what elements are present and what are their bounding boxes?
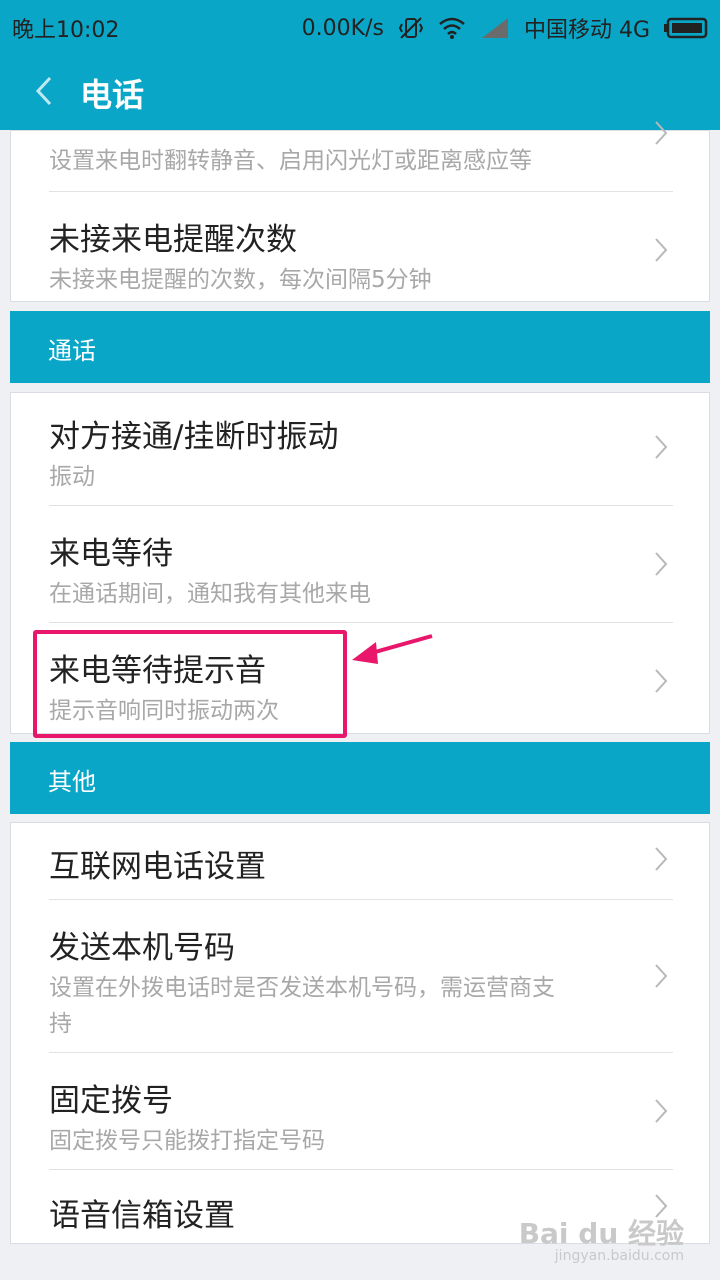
chevron-right-icon [655, 847, 668, 871]
item-subtitle: 振动 [49, 464, 95, 490]
item-subtitle: 固定拨号只能拨打指定号码 [49, 1128, 325, 1154]
item-title: 来电等待 [49, 536, 173, 572]
battery-icon [664, 17, 708, 39]
item-title: 互联网电话设置 [49, 849, 266, 885]
list-item-missed-call-reminder[interactable]: 未接来电提醒次数 未接来电提醒的次数，每次间隔5分钟 [11, 192, 709, 302]
item-title: 固定拨号 [49, 1083, 173, 1119]
item-subtitle: 在通话期间，通知我有其他来电 [49, 581, 371, 607]
list-item-internet-call[interactable]: 互联网电话设置 [11, 823, 709, 899]
section-header-label: 通话 [48, 337, 96, 365]
item-title: 语音信箱设置 [49, 1198, 235, 1234]
chevron-right-icon [655, 435, 668, 459]
item-subtitle: 设置在外拨电话时是否发送本机号码，需运营商支 [49, 975, 555, 1001]
section-header-call: 通话 [10, 311, 710, 383]
watermark-brand: Bai du 经验 [518, 1217, 684, 1250]
list-item-partial[interactable]: 设置来电时翻转静音、启用闪光灯或距离感应等 [11, 121, 709, 191]
wifi-icon [439, 17, 465, 39]
list-item-call-waiting[interactable]: 来电等待 在通话期间，通知我有其他来电 [11, 506, 709, 622]
vibrate-off-icon [398, 17, 424, 39]
watermark: Bai du 经验 jingyan.baidu.com [518, 1212, 684, 1264]
card-other: 互联网电话设置 发送本机号码 设置在外拨电话时是否发送本机号码，需运营商支 持 … [10, 822, 710, 1244]
list-item-send-caller-id[interactable]: 发送本机号码 设置在外拨电话时是否发送本机号码，需运营商支 持 [11, 900, 709, 1052]
app-bar: 电话 [0, 52, 720, 130]
section-header-label: 其他 [48, 768, 96, 796]
back-arrow-icon[interactable] [30, 74, 58, 108]
highlight-box [33, 630, 347, 738]
list-item-fixed-dialing[interactable]: 固定拨号 固定拨号只能拨打指定号码 [11, 1053, 709, 1169]
list-item-connect-vibrate[interactable]: 对方接通/挂断时振动 振动 [11, 393, 709, 505]
chevron-right-icon [655, 1099, 668, 1123]
pointer-arrow-icon [352, 634, 433, 664]
item-subtitle: 设置来电时翻转静音、启用闪光灯或距离感应等 [49, 148, 532, 174]
chevron-right-icon [655, 238, 668, 262]
card-general: 设置来电时翻转静音、启用闪光灯或距离感应等 未接来电提醒次数 未接来电提醒的次数… [10, 121, 710, 302]
status-time: 晚上10:02 [12, 18, 120, 43]
item-subtitle: 未接来电提醒的次数，每次间隔5分钟 [49, 267, 432, 293]
page-title: 电话 [80, 76, 145, 114]
carrier-label: 中国移动 4G [523, 18, 650, 43]
chevron-right-icon [655, 964, 668, 988]
watermark-url: jingyan.baidu.com [554, 1248, 684, 1264]
section-header-other: 其他 [10, 742, 710, 814]
signal-icon [481, 18, 508, 38]
item-subtitle-continued: 持 [49, 1011, 72, 1037]
chevron-right-icon [655, 552, 668, 576]
item-title: 未接来电提醒次数 [49, 222, 297, 258]
network-speed: 0.00K/s [301, 15, 384, 41]
chevron-right-icon [655, 669, 668, 693]
item-title: 发送本机号码 [49, 930, 235, 966]
chevron-right-icon [655, 121, 668, 145]
status-icons: 0.00K/s 中国移动 4G [302, 12, 708, 44]
status-bar: 晚上10:02 0.00K/s 中国移动 4G [0, 0, 720, 52]
item-title: 对方接通/挂断时振动 [49, 419, 339, 455]
